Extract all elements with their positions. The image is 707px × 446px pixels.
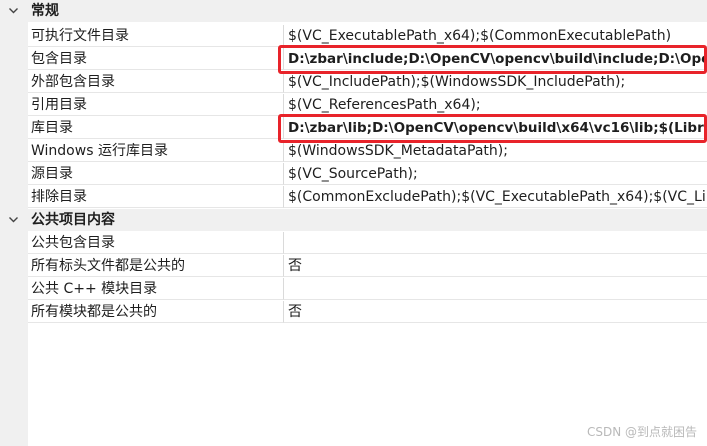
category-title: 常规	[31, 3, 59, 19]
property-row-all-modules-public[interactable]: 所有模块都是公共的 否	[0, 301, 707, 323]
property-value[interactable]: $(CommonExcludePath);$(VC_ExecutablePath…	[284, 186, 707, 208]
property-value[interactable]: $(VC_ReferencesPath_x64);	[284, 94, 707, 116]
property-row-reference-dirs[interactable]: 引用目录 $(VC_ReferencesPath_x64);	[0, 94, 707, 116]
category-public-project-content[interactable]: 公共项目内容	[0, 209, 707, 231]
property-name: 引用目录	[28, 94, 284, 116]
category-general[interactable]: 常规	[0, 0, 707, 22]
property-row-source-dirs[interactable]: 源目录 $(VC_SourcePath);	[0, 163, 707, 185]
property-row-all-headers-public[interactable]: 所有标头文件都是公共的 否	[0, 255, 707, 277]
property-row-public-include-dirs[interactable]: 公共包含目录	[0, 232, 707, 254]
property-row-exclude-dirs[interactable]: 排除目录 $(CommonExcludePath);$(VC_Executabl…	[0, 186, 707, 208]
property-name: 公共 C++ 模块目录	[28, 278, 284, 300]
property-row-public-module-dirs[interactable]: 公共 C++ 模块目录	[0, 278, 707, 300]
include-dirs-highlight-box	[278, 45, 707, 74]
chevron-down-icon[interactable]	[8, 5, 19, 16]
property-name: 包含目录	[28, 48, 284, 70]
property-value[interactable]	[284, 278, 707, 300]
property-name: Windows 运行库目录	[28, 140, 284, 162]
property-grid: 常规 可执行文件目录 $(VC_ExecutablePath_x64);$(Co…	[0, 0, 707, 446]
property-name: 公共包含目录	[28, 232, 284, 254]
property-name: 所有标头文件都是公共的	[28, 255, 284, 277]
property-value[interactable]: $(VC_SourcePath);	[284, 163, 707, 185]
property-value[interactable]: $(VC_ExecutablePath_x64);$(CommonExecuta…	[284, 25, 707, 47]
property-name: 排除目录	[28, 186, 284, 208]
property-name: 库目录	[28, 117, 284, 139]
property-name: 外部包含目录	[28, 71, 284, 93]
category-title: 公共项目内容	[31, 212, 115, 228]
property-value[interactable]: $(VC_IncludePath);$(WindowsSDK_IncludePa…	[284, 71, 707, 93]
property-value[interactable]: 否	[284, 255, 707, 277]
property-row-winrt-lib-dirs[interactable]: Windows 运行库目录 $(WindowsSDK_MetadataPath)…	[0, 140, 707, 162]
property-name: 所有模块都是公共的	[28, 301, 284, 323]
property-value[interactable]	[284, 232, 707, 254]
watermark: CSDN @到点就困告	[586, 425, 697, 439]
chevron-down-icon[interactable]	[8, 214, 19, 225]
property-row-executable-dirs[interactable]: 可执行文件目录 $(VC_ExecutablePath_x64);$(Commo…	[0, 25, 707, 47]
library-dirs-highlight-box	[278, 114, 707, 143]
property-value[interactable]: 否	[284, 301, 707, 323]
property-name: 可执行文件目录	[28, 25, 284, 47]
property-value[interactable]: $(WindowsSDK_MetadataPath);	[284, 140, 707, 162]
property-name: 源目录	[28, 163, 284, 185]
property-row-external-include-dirs[interactable]: 外部包含目录 $(VC_IncludePath);$(WindowsSDK_In…	[0, 71, 707, 93]
